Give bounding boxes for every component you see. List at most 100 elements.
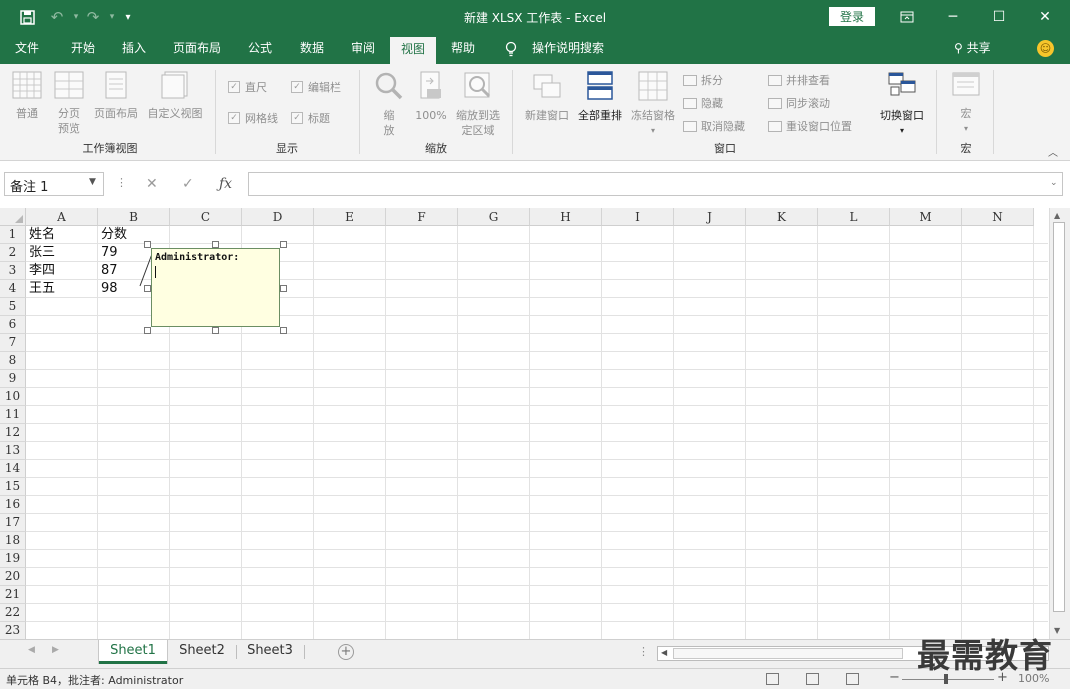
splitter-handle-icon[interactable]: ⋮ — [638, 645, 649, 658]
hide-button[interactable]: 隐藏 — [683, 95, 723, 111]
zoom-100-button[interactable]: 100% — [413, 71, 449, 123]
column-header-m[interactable]: M — [890, 208, 962, 226]
row-header-16[interactable]: 16 — [0, 496, 26, 514]
scroll-down-icon[interactable]: ▼ — [1054, 626, 1060, 635]
switch-windows-button[interactable]: 切换窗口 ▾ — [874, 71, 930, 138]
ruler-checkbox[interactable]: ✓ 直尺 — [228, 79, 267, 95]
tell-me-search[interactable]: 操作说明搜索 — [526, 34, 610, 64]
minimize-icon[interactable]: ─ — [930, 0, 976, 34]
column-header-g[interactable]: G — [458, 208, 530, 226]
row-header-11[interactable]: 11 — [0, 406, 26, 424]
row-header-17[interactable]: 17 — [0, 514, 26, 532]
gridline-row — [26, 459, 1048, 460]
zoom-to-selection-button[interactable]: 缩放到选定区域 — [451, 71, 505, 138]
scroll-left-icon[interactable]: ◀ — [661, 648, 667, 657]
zoom-button[interactable]: 缩放 — [372, 71, 406, 138]
view-side-by-side-button[interactable]: 并排查看 — [768, 72, 830, 88]
column-header-h[interactable]: H — [530, 208, 602, 226]
resize-handle-ne[interactable] — [280, 241, 287, 248]
column-header-k[interactable]: K — [746, 208, 818, 226]
split-button[interactable]: 拆分 — [683, 72, 723, 88]
resize-handle-se[interactable] — [280, 327, 287, 334]
scroll-up-icon[interactable]: ▲ — [1054, 211, 1060, 220]
macros-label: 宏 — [960, 107, 972, 120]
sheet-tab-sheet2[interactable]: Sheet2 — [170, 640, 234, 664]
tab-formulas[interactable]: 公式 — [236, 34, 284, 64]
row-header-20[interactable]: 20 — [0, 568, 26, 586]
page-break-status-icon[interactable] — [846, 673, 859, 685]
macros-icon — [952, 72, 980, 96]
close-icon[interactable]: ✕ — [1022, 0, 1068, 34]
tab-review[interactable]: 审阅 — [340, 34, 386, 64]
next-sheet-icon[interactable]: ▶ — [52, 645, 59, 655]
row-header-13[interactable]: 13 — [0, 442, 26, 460]
unhide-button[interactable]: 取消隐藏 — [683, 118, 745, 134]
zoom-out-icon[interactable]: − — [889, 670, 900, 685]
synchronous-scrolling-button[interactable]: 同步滚动 — [768, 95, 830, 111]
zoom-label: 缩放 — [383, 109, 395, 137]
zoom-group-label: 缩放 — [425, 142, 447, 155]
ribbon-display-options-icon[interactable] — [884, 0, 930, 34]
previous-sheet-icon[interactable]: ◀ — [28, 645, 35, 655]
row-header-8[interactable]: 8 — [0, 352, 26, 370]
expand-formula-bar-icon[interactable]: ⌄ — [1050, 178, 1058, 188]
column-header-e[interactable]: E — [314, 208, 386, 226]
row-header-18[interactable]: 18 — [0, 532, 26, 550]
vertical-scroll-thumb[interactable] — [1053, 222, 1065, 612]
horizontal-scroll-thumb[interactable] — [673, 648, 903, 659]
row-header-15[interactable]: 15 — [0, 478, 26, 496]
zoom-slider[interactable] — [902, 679, 994, 680]
reset-window-position-button[interactable]: 重设窗口位置 — [768, 118, 852, 134]
formula-bar-checkbox[interactable]: ✓ 编辑栏 — [291, 79, 341, 95]
tab-data[interactable]: 数据 — [288, 34, 336, 64]
arrange-all-button[interactable]: 全部重排 — [574, 71, 626, 123]
share-button[interactable]: ⚲ 共享 — [954, 34, 991, 64]
resize-handle-nw[interactable] — [144, 241, 151, 248]
maximize-icon[interactable]: ☐ — [976, 0, 1022, 34]
row-header-7[interactable]: 7 — [0, 334, 26, 352]
resize-handle-w[interactable] — [144, 285, 151, 292]
collapse-ribbon-icon[interactable]: ︿ — [1048, 144, 1058, 159]
gridlines-checkbox[interactable]: ✓ 网格线 — [228, 110, 278, 126]
resize-handle-sw[interactable] — [144, 327, 151, 334]
new-window-button[interactable]: 新建窗口 — [520, 71, 574, 123]
formula-bar-label: 编辑栏 — [308, 81, 341, 94]
row-header-14[interactable]: 14 — [0, 460, 26, 478]
column-header-j[interactable]: J — [674, 208, 746, 226]
normal-view-status-icon[interactable] — [766, 673, 779, 685]
macros-button[interactable]: 宏 ▾ — [948, 71, 984, 136]
column-header-l[interactable]: L — [818, 208, 890, 226]
headings-checkbox[interactable]: ✓ 标题 — [291, 110, 330, 126]
login-button[interactable]: 登录 — [829, 7, 875, 26]
column-header-n[interactable]: N — [962, 208, 1034, 226]
resize-handle-s[interactable] — [212, 327, 219, 334]
vertical-scrollbar[interactable]: ▲ ▼ — [1049, 208, 1070, 639]
magnifier-icon — [375, 72, 403, 100]
row-header-10[interactable]: 10 — [0, 388, 26, 406]
formula-input[interactable] — [248, 172, 1063, 196]
gridline-row — [26, 351, 1048, 352]
tab-help[interactable]: 帮助 — [440, 34, 486, 64]
freeze-panes-button[interactable]: 冻结窗格 ▾ — [627, 71, 679, 138]
column-header-f[interactable]: F — [386, 208, 458, 226]
tab-view[interactable]: 视图 — [390, 37, 436, 64]
lightbulb-icon — [503, 34, 519, 64]
new-sheet-plus-icon[interactable]: + — [338, 644, 354, 660]
insert-function-icon[interactable]: ƒx — [219, 176, 232, 192]
resize-handle-e[interactable] — [280, 285, 287, 292]
column-header-i[interactable]: I — [602, 208, 674, 226]
row-header-19[interactable]: 19 — [0, 550, 26, 568]
row-header-9[interactable]: 9 — [0, 370, 26, 388]
column-header-d[interactable]: D — [242, 208, 314, 226]
row-header-12[interactable]: 12 — [0, 424, 26, 442]
comment-box[interactable]: Administrator: — [151, 248, 280, 327]
row-header-23[interactable]: 23 — [0, 622, 26, 639]
feedback-smiley-icon[interactable]: ☺ — [1037, 40, 1054, 57]
page-layout-status-icon[interactable] — [806, 673, 819, 685]
row-header-21[interactable]: 21 — [0, 586, 26, 604]
gridline-row — [26, 441, 1048, 442]
row-header-22[interactable]: 22 — [0, 604, 26, 622]
sheet-tab-sheet3[interactable]: Sheet3 — [238, 640, 302, 664]
resize-handle-n[interactable] — [212, 241, 219, 248]
sheet-tab-sheet1[interactable]: Sheet1 — [99, 640, 167, 664]
